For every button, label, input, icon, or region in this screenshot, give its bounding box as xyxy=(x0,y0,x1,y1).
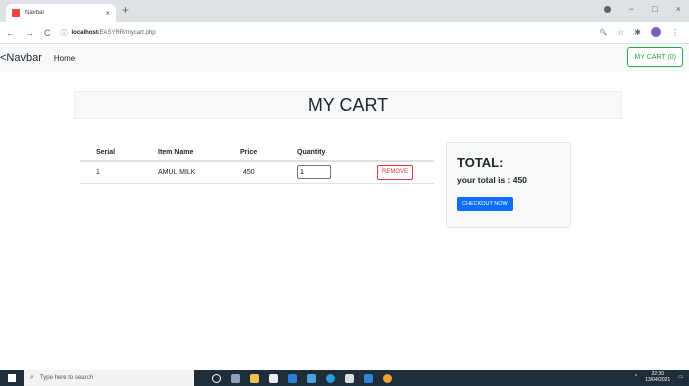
url-field[interactable]: ⓘ localhost /EASYRR/mycart.php xyxy=(61,28,156,38)
checkout-button[interactable]: CHECKOUT NOW xyxy=(457,197,513,211)
menu-icon[interactable]: ⋮ xyxy=(671,28,679,37)
vscode-icon[interactable] xyxy=(364,373,373,383)
table-header-row: Serial Item Name Price Quantity xyxy=(80,145,434,162)
taskbar-search[interactable]: ⌕ Type here to search xyxy=(24,370,194,386)
cell-action: REMOVE xyxy=(377,161,434,184)
minimize-button[interactable]: − xyxy=(629,4,634,14)
tray-chevron-icon[interactable]: ^ xyxy=(635,374,637,380)
forward-button[interactable]: → xyxy=(25,28,34,38)
column-header-action xyxy=(377,145,434,162)
quantity-input[interactable] xyxy=(297,165,331,180)
cell-quantity xyxy=(297,161,377,184)
browser-toolbar-icons: 🔍 ☆ ✱ ⋮ xyxy=(600,27,679,37)
browser-tab-strip: Navbar × + − □ × xyxy=(0,0,689,22)
taskbar-search-placeholder: Type here to search xyxy=(39,375,93,381)
back-button[interactable]: ← xyxy=(6,28,15,38)
address-bar: ← → C ⓘ localhost /EASYRR/mycart.php 🔍 ☆… xyxy=(0,22,689,44)
windows-icon xyxy=(8,374,16,382)
nav-home-link[interactable]: Home xyxy=(54,54,75,63)
table-row: 1 AMUL MILK 450 REMOVE xyxy=(80,161,434,184)
file-explorer-icon[interactable] xyxy=(250,373,259,383)
tab-title: Navbar xyxy=(25,10,45,16)
edge-icon[interactable] xyxy=(326,373,335,383)
os-taskbar: ⌕ Type here to search ^ 22:30 13/04/2021… xyxy=(0,370,689,386)
mail-icon[interactable] xyxy=(288,373,297,383)
notification-icon[interactable]: ▭ xyxy=(678,374,683,380)
column-header-serial: Serial xyxy=(80,145,158,162)
total-title: TOTAL: xyxy=(457,155,504,170)
tab-close-icon[interactable]: × xyxy=(105,9,110,18)
app-icon[interactable] xyxy=(307,373,316,383)
record-icon xyxy=(604,5,612,13)
close-window-button[interactable]: × xyxy=(676,4,681,14)
info-icon: ⓘ xyxy=(60,29,68,37)
extensions-icon[interactable]: ✱ xyxy=(634,28,641,37)
browser-tab[interactable]: Navbar × xyxy=(6,4,116,22)
clock-date: 13/04/2021 xyxy=(645,377,671,383)
search-icon: ⌕ xyxy=(30,374,34,381)
url-path: /EASYRR/mycart.php xyxy=(97,29,156,36)
column-header-price: Price xyxy=(240,145,297,162)
maximize-button[interactable]: □ xyxy=(652,4,657,14)
column-header-quantity: Quantity xyxy=(297,145,377,162)
remove-button[interactable]: REMOVE xyxy=(377,164,414,180)
clock[interactable]: 22:30 13/04/2021 xyxy=(645,371,670,383)
page-title: MY CART xyxy=(307,94,389,115)
column-header-item-name: Item Name xyxy=(158,145,240,162)
taskbar-apps xyxy=(212,373,392,383)
cortana-icon[interactable] xyxy=(212,373,221,383)
chrome-icon[interactable] xyxy=(383,373,392,383)
cell-item-name: AMUL MILK xyxy=(158,161,240,184)
star-icon[interactable]: ☆ xyxy=(617,28,624,37)
navbar-brand[interactable]: <Navbar xyxy=(0,52,42,64)
system-tray: ^ 22:30 13/04/2021 ▭ xyxy=(635,371,683,383)
total-summary-card: TOTAL: your total is : 450 CHECKOUT NOW xyxy=(446,142,571,228)
url-host: localhost xyxy=(71,29,98,36)
profile-avatar[interactable] xyxy=(651,27,661,37)
my-cart-button[interactable]: MY CART (0) xyxy=(627,47,683,67)
task-view-icon[interactable] xyxy=(231,373,240,383)
cell-serial: 1 xyxy=(80,161,158,184)
xampp-icon[interactable] xyxy=(345,373,354,383)
reload-button[interactable]: C xyxy=(44,28,51,38)
cell-price: 450 xyxy=(240,161,297,184)
site-navbar: <Navbar Home MY CART (0) xyxy=(0,44,689,72)
favicon-icon xyxy=(12,9,20,17)
start-button[interactable] xyxy=(0,370,24,386)
cart-table: Serial Item Name Price Quantity 1 AMUL M… xyxy=(80,145,434,184)
total-amount: your total is : 450 xyxy=(457,175,527,185)
new-tab-button[interactable]: + xyxy=(122,3,129,17)
store-icon[interactable] xyxy=(269,373,278,383)
zoom-icon[interactable]: 🔍 xyxy=(600,29,607,36)
window-controls: − □ × xyxy=(604,4,681,14)
page-header: MY CART xyxy=(74,91,622,119)
